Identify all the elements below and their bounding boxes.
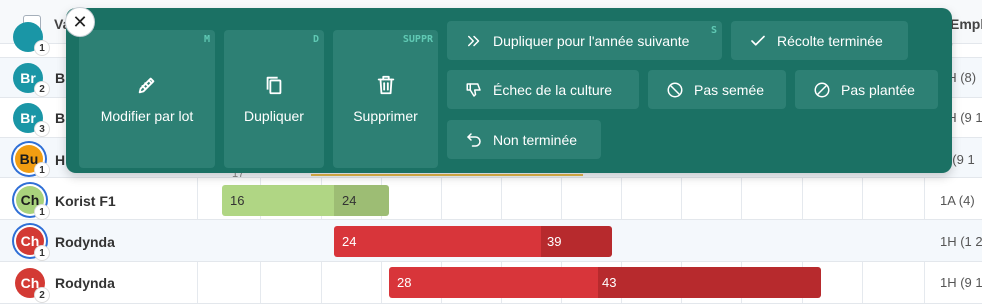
pencil-icon — [138, 77, 155, 94]
growth-segment: 24 — [334, 226, 541, 257]
bulk-actions-panel: M Modifier par lot D Dupliquer SUPPR Sup… — [66, 8, 952, 173]
location-text: 1H (9 1 — [940, 275, 982, 290]
variety-name: B — [55, 110, 66, 126]
undo-icon — [467, 132, 481, 147]
check-icon — [751, 35, 765, 46]
crop-bar[interactable]: 24 39 — [334, 226, 612, 257]
crop-bar[interactable]: 16 24 — [222, 185, 389, 216]
copy-icon — [266, 76, 282, 95]
shortcut-hint: D — [312, 34, 319, 45]
shortcut-hint: S — [710, 25, 717, 36]
location-text: 1A (4) — [940, 193, 975, 208]
not-sown-button[interactable]: Pas semée — [648, 70, 786, 109]
shortcut-hint: SUPPR — [402, 34, 433, 45]
circle-slash-icon — [814, 82, 830, 97]
delete-label: Supprimer — [353, 108, 418, 124]
not-planted-button[interactable]: Pas plantée — [795, 70, 938, 109]
count-badge: 1 — [35, 163, 49, 177]
count-badge: 2 — [35, 82, 49, 96]
location-text: 1H (1 2 — [940, 234, 982, 249]
close-icon[interactable]: ✕ — [65, 7, 95, 37]
table-row[interactable]: Ch 1 Rodynda 24 39 1H (1 2 — [0, 220, 982, 262]
double-chevron-right-icon — [468, 35, 480, 46]
not-planted-label: Pas plantée — [841, 81, 915, 98]
growth-segment: 28 — [389, 267, 598, 298]
count-badge: 1 — [35, 246, 49, 260]
duplicate-label: Dupliquer — [244, 108, 304, 124]
thumbs-down-icon — [466, 82, 481, 97]
nursery-segment: 16 — [222, 185, 334, 216]
harvest-done-button[interactable]: Récolte terminée — [731, 21, 908, 60]
duplicate-button[interactable]: D Dupliquer — [224, 30, 324, 168]
harvest-done-label: Récolte terminée — [777, 32, 883, 49]
duplicate-next-year-button[interactable]: S Dupliquer pour l'année suivante — [447, 21, 722, 60]
shortcut-hint: M — [203, 34, 210, 45]
batch-edit-label: Modifier par lot — [100, 108, 194, 124]
delete-button[interactable]: SUPPR Supprimer — [333, 30, 438, 168]
variety-name: Korist F1 — [55, 193, 116, 209]
not-finished-label: Non terminée — [493, 131, 578, 148]
circle-slash-icon — [667, 82, 683, 97]
table-row[interactable]: Ch 1 Korist F1 16 24 1A (4) — [0, 178, 982, 220]
planting-bar-edge — [311, 174, 583, 176]
variety-name: Rodynda — [55, 275, 115, 291]
count-badge: 3 — [35, 122, 49, 136]
count-badge: 2 — [35, 288, 49, 302]
harvest-segment: 43 — [598, 267, 821, 298]
harvest-segment: 39 — [541, 226, 612, 257]
harvest-segment: 24 — [334, 185, 389, 216]
variety-name: H — [55, 152, 66, 168]
table-row[interactable]: Ch 2 Rodynda 28 43 1H (9 1 — [0, 262, 982, 304]
crop-failure-button[interactable]: Échec de la culture — [447, 70, 639, 109]
count-badge: 1 — [35, 205, 49, 219]
duplicate-next-year-label: Dupliquer pour l'année suivante — [493, 32, 690, 49]
variety-name: Rodynda — [55, 234, 115, 250]
not-sown-label: Pas semée — [694, 81, 765, 98]
count-badge: 1 — [35, 41, 49, 55]
trash-icon — [377, 75, 394, 95]
batch-edit-button[interactable]: M Modifier par lot — [79, 30, 215, 168]
variety-name: B — [55, 70, 66, 86]
crop-bar[interactable]: 28 43 — [389, 267, 821, 298]
crop-failure-label: Échec de la culture — [493, 81, 613, 98]
not-finished-button[interactable]: Non terminée — [447, 120, 601, 159]
